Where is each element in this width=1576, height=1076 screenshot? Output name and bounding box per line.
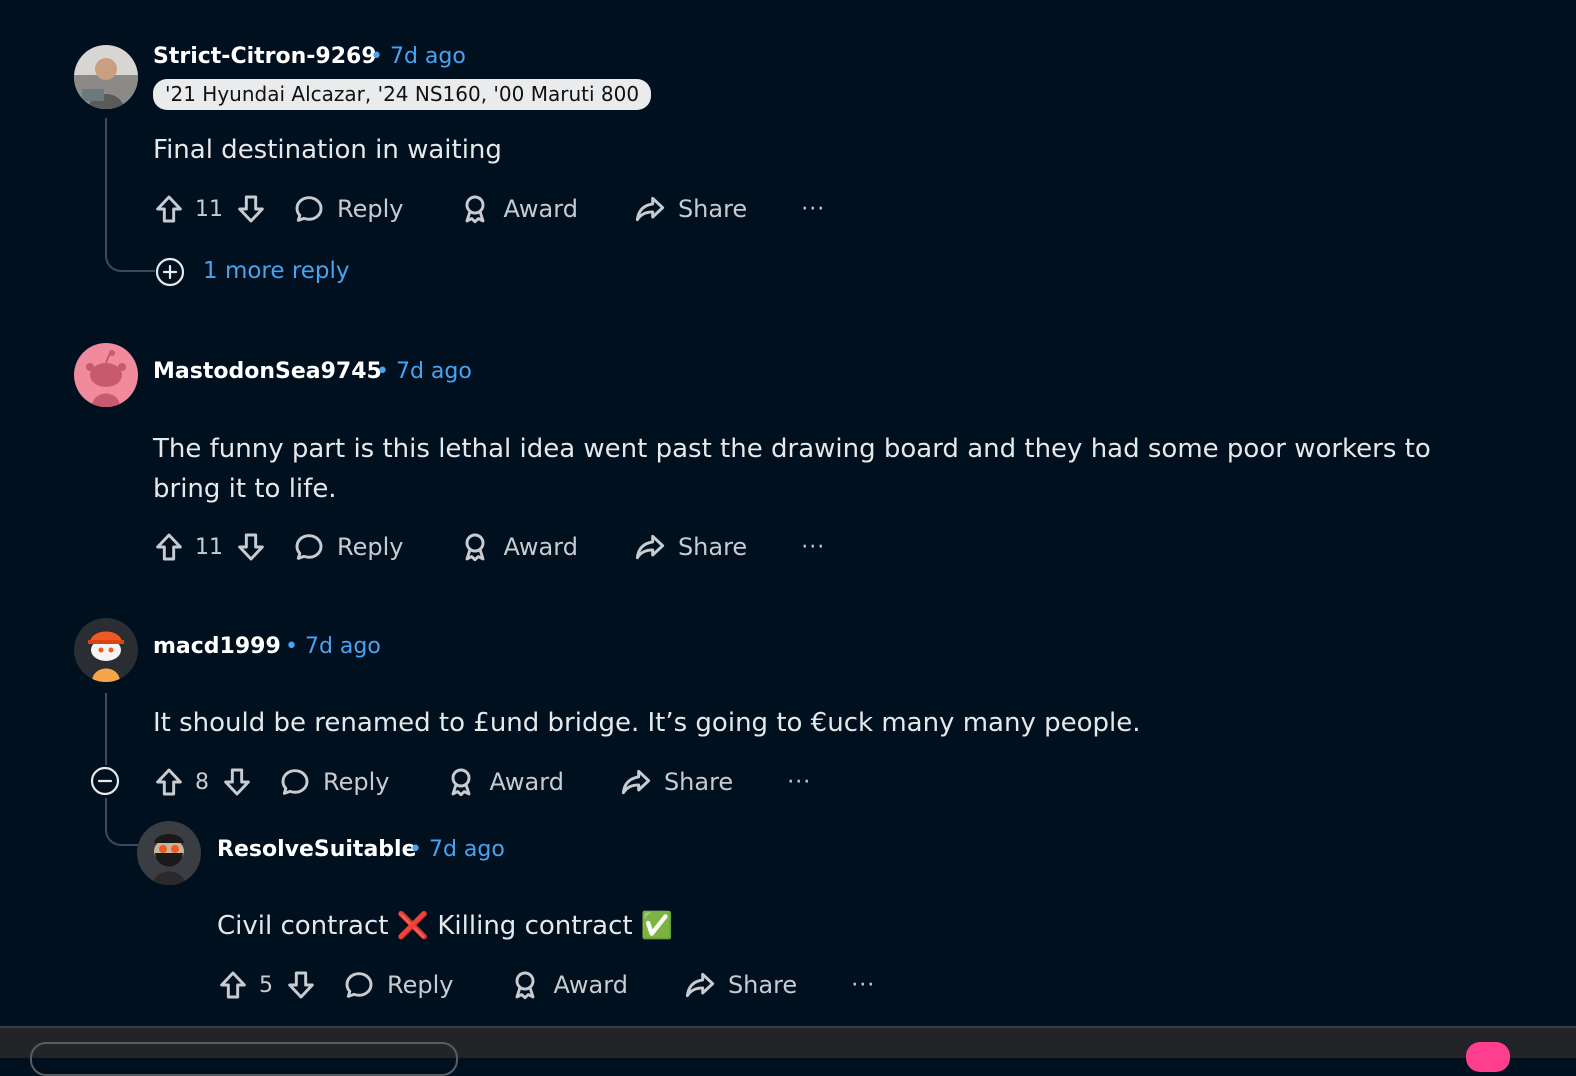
reply-label: Reply (337, 533, 404, 561)
award-icon (459, 193, 491, 225)
check-mark-emoji-icon: ✅ (640, 911, 674, 941)
reply-label: Reply (337, 195, 404, 223)
snoo-default-avatar-icon (74, 343, 138, 407)
award-button[interactable]: Award (509, 969, 628, 1001)
share-icon (634, 531, 666, 563)
comment-body: Final destination in waiting (153, 135, 502, 165)
reply-button[interactable]: Reply (293, 193, 403, 225)
bottom-bar (0, 1026, 1576, 1076)
share-label: Share (677, 533, 748, 561)
share-label: Share (663, 768, 734, 796)
share-button[interactable]: Share (634, 193, 747, 225)
award-label: Award (503, 195, 578, 223)
comment-body: The funny part is this lethal idea went … (153, 434, 1431, 504)
comment-actions: 11 Reply Award Share ··· (153, 525, 825, 569)
upvote-icon[interactable] (153, 531, 185, 563)
comment-author[interactable]: ResolveSuitable (217, 837, 417, 862)
upvote-icon[interactable] (153, 193, 185, 225)
comment-timestamp[interactable]: • 7d ago (376, 359, 472, 384)
collapse-thread-button[interactable] (90, 766, 120, 796)
upvote-icon[interactable] (217, 969, 249, 1001)
thread-connector (105, 236, 157, 272)
share-button[interactable]: Share (634, 531, 747, 563)
share-button[interactable]: Share (684, 969, 797, 1001)
comment-timestamp[interactable]: • 7d ago (370, 44, 466, 69)
avatar-photo-icon (74, 45, 138, 109)
avatar[interactable] (137, 821, 201, 885)
vote-count: 8 (195, 769, 209, 795)
comment-text: Killing contract (437, 911, 633, 941)
share-icon (684, 969, 716, 1001)
comment-actions: 8 Reply Award Share ··· (153, 760, 811, 804)
award-button[interactable]: Award (445, 766, 564, 798)
reply-icon (279, 766, 311, 798)
comment-actions: 11 Reply Award Share ··· (153, 187, 825, 231)
award-button[interactable]: Award (459, 531, 578, 563)
more-replies-link[interactable]: 1 more reply (203, 258, 350, 284)
comment-author[interactable]: macd1999 (153, 634, 281, 659)
reply-icon (293, 531, 325, 563)
avatar[interactable] (74, 618, 138, 682)
expand-replies-button[interactable] (155, 257, 185, 287)
share-button[interactable]: Share (620, 766, 733, 798)
comment-actions: 5 Reply Award Share ··· (217, 963, 875, 1007)
award-icon (509, 969, 541, 1001)
downvote-icon[interactable] (285, 969, 317, 1001)
notification-dot-icon (1466, 1042, 1510, 1072)
vote-count: 5 (259, 972, 273, 998)
comment-timestamp[interactable]: • 7d ago (285, 634, 381, 659)
thread-line[interactable] (105, 693, 107, 765)
reply-button[interactable]: Reply (343, 969, 453, 1001)
share-label: Share (677, 195, 748, 223)
comment-body: Civil contract ❌ Killing contract ✅ (217, 906, 673, 946)
comment-timestamp[interactable]: • 7d ago (409, 837, 505, 862)
avatar[interactable] (74, 343, 138, 407)
more-options-button[interactable]: ··· (851, 973, 875, 998)
share-icon (620, 766, 652, 798)
more-options-button[interactable]: ··· (801, 535, 825, 560)
user-flair: '21 Hyundai Alcazar, '24 NS160, '00 Maru… (153, 79, 652, 110)
minus-circle-icon (90, 766, 120, 796)
reply-icon (293, 193, 325, 225)
more-options-button[interactable]: ··· (801, 197, 825, 222)
vote-count: 11 (195, 196, 223, 222)
snoo-bearded-sunglasses-avatar-icon (137, 821, 201, 885)
reply-label: Reply (387, 971, 454, 999)
thread-line[interactable] (105, 118, 107, 238)
comment-body: It should be renamed to £und bridge. It’… (153, 708, 1141, 738)
reply-button[interactable]: Reply (293, 531, 403, 563)
downvote-icon[interactable] (235, 193, 267, 225)
comment-text: Civil contract (217, 911, 389, 941)
avatar[interactable] (74, 45, 138, 109)
reply-icon (343, 969, 375, 1001)
reply-button[interactable]: Reply (279, 766, 389, 798)
award-label: Award (553, 971, 628, 999)
more-options-button[interactable]: ··· (787, 770, 811, 795)
award-label: Award (489, 768, 564, 796)
award-icon (445, 766, 477, 798)
snoo-hardhat-avatar-icon (74, 618, 138, 682)
share-icon (634, 193, 666, 225)
reply-label: Reply (323, 768, 390, 796)
downvote-icon[interactable] (235, 531, 267, 563)
plus-circle-icon (155, 257, 185, 287)
comment-author[interactable]: MastodonSea9745 (153, 359, 382, 384)
share-label: Share (727, 971, 798, 999)
comment-author[interactable]: Strict-Citron-9269 (153, 44, 377, 69)
award-icon (459, 531, 491, 563)
upvote-icon[interactable] (153, 766, 185, 798)
award-label: Award (503, 533, 578, 561)
award-button[interactable]: Award (459, 193, 578, 225)
thread-connector (105, 798, 139, 846)
downvote-icon[interactable] (221, 766, 253, 798)
cross-mark-emoji-icon: ❌ (396, 911, 430, 941)
vote-count: 11 (195, 534, 223, 560)
comment-composer[interactable] (30, 1042, 458, 1076)
